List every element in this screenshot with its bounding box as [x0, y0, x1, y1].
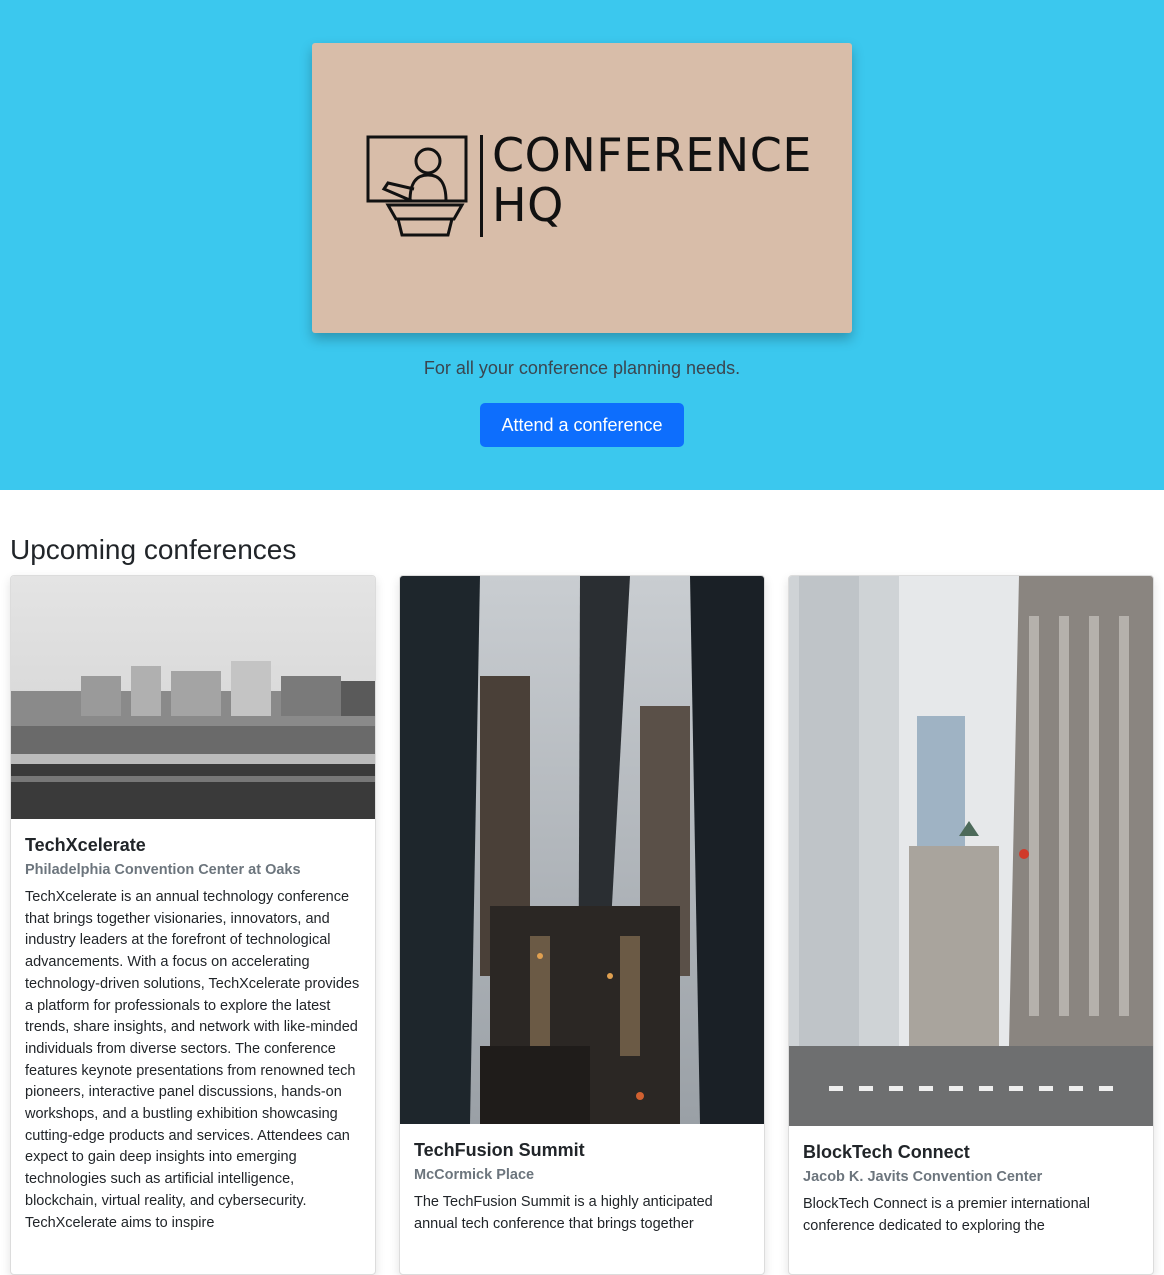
conference-card[interactable]: TechXcelerate Philadelphia Convention Ce… [10, 575, 376, 1275]
conference-venue: McCormick Place [414, 1167, 535, 1183]
conference-venue: Philadelphia Convention Center at Oaks [25, 862, 301, 878]
logo-line-1: CONFERENCE [492, 128, 812, 182]
hero-banner: CONFERENCE HQ For all your conference pl… [0, 0, 1164, 490]
conference-photo [400, 576, 764, 1124]
conference-name: TechXcelerate [25, 835, 146, 855]
conference-name: TechFusion Summit [414, 1140, 585, 1160]
conference-card[interactable]: TechFusion Summit McCormick Place The Te… [399, 575, 765, 1275]
conference-venue: Jacob K. Javits Convention Center [803, 1169, 1043, 1185]
logo-wordmark: CONFERENCE HQ [492, 130, 812, 230]
conference-description: The TechFusion Summit is a highly antici… [414, 1194, 713, 1232]
conference-photo [789, 576, 1153, 1126]
conference-photo [11, 576, 375, 819]
conference-description: BlockTech Connect is a premier internati… [803, 1196, 1090, 1234]
logo-line-2: HQ [492, 178, 564, 232]
attend-conference-button[interactable]: Attend a conference [480, 403, 684, 447]
logo-divider [480, 135, 483, 237]
section-title: Upcoming conferences [10, 534, 297, 565]
presenter-at-podium-icon [366, 135, 468, 237]
conference-card[interactable]: BlockTech Connect Jacob K. Javits Conven… [788, 575, 1154, 1275]
hero-tagline: For all your conference planning needs. [423, 358, 741, 378]
conference-name: BlockTech Connect [803, 1142, 970, 1162]
conference-description: TechXcelerate is an annual technology co… [25, 889, 360, 1231]
